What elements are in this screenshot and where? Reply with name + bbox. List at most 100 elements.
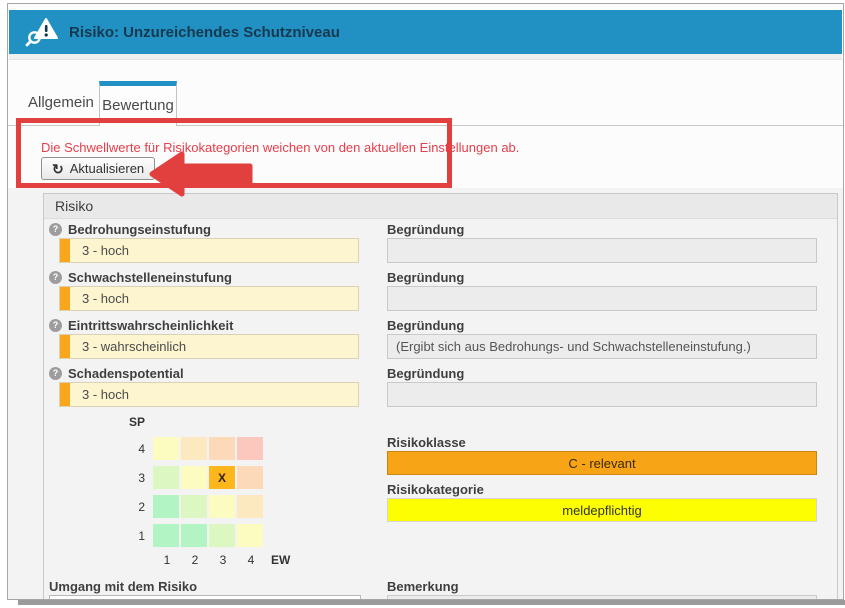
matrix-col-label: 3 xyxy=(209,553,237,567)
help-icon[interactable]: ? xyxy=(49,223,62,236)
field-label: Schwachstelleneinstufung xyxy=(68,270,232,285)
begruendung-label: Begründung xyxy=(387,270,464,285)
bewertung-panel: Risiko ? Bedrohungseinstufung 3 - hoch xyxy=(8,188,843,600)
matrix-row-label: 4 xyxy=(129,442,145,456)
bedrohungseinstufung-select[interactable]: 3 - hoch xyxy=(59,238,359,263)
risikoklasse-value-bar: C - relevant xyxy=(387,451,817,475)
field-accent-bar xyxy=(60,239,70,262)
bemerkung-label: Bemerkung xyxy=(387,579,459,594)
begruendung-value: (Ergibt sich aus Bedrohungs- und Schwach… xyxy=(396,339,751,354)
matrix-row-sp1: 1 xyxy=(129,524,290,547)
matrix-row-sp4: 4 xyxy=(129,437,290,460)
field-label: Bedrohungseinstufung xyxy=(68,222,211,237)
risikoklasse-label: Risikoklasse xyxy=(387,435,466,450)
matrix-grid: 43X21 xyxy=(129,437,290,547)
field-schadenspotential: ? Schadenspotential 3 - hoch xyxy=(49,365,361,407)
matrix-cell-sp2-ew1 xyxy=(153,495,179,518)
threshold-warning-message: Die Schwellwerte für Risikokategorien we… xyxy=(41,140,519,155)
matrix-col-label: 2 xyxy=(181,553,209,567)
field-schwachstelleneinstufung: ? Schwachstelleneinstufung 3 - hoch xyxy=(49,269,361,311)
field-accent-bar xyxy=(60,383,70,406)
tab-bewertung-label: Bewertung xyxy=(102,97,174,114)
bemerkung-block: Bemerkung xyxy=(387,578,817,600)
umgang-block: Umgang mit dem Risiko xyxy=(49,578,361,600)
titlebar: Risiko: Unzureichendes Schutzniveau xyxy=(9,10,842,54)
matrix-row-label: 3 xyxy=(129,471,145,485)
matrix-row-label: 2 xyxy=(129,500,145,514)
risikokategorie-value-bar: meldepflichtig xyxy=(387,498,817,522)
schadenspotential-select[interactable]: 3 - hoch xyxy=(59,382,359,407)
begruendung-row-4: Begründung xyxy=(387,365,817,407)
matrix-selected-cell: X xyxy=(209,466,235,489)
tab-allgemein-label: Allgemein xyxy=(28,94,94,111)
field-value: 3 - hoch xyxy=(70,387,129,402)
risikokategorie-value: meldepflichtig xyxy=(562,503,642,518)
risk-matrix: SP 43X21 1234 EW xyxy=(129,415,290,567)
matrix-cell-sp4-ew3 xyxy=(209,437,235,460)
begruendung-label: Begründung xyxy=(387,366,464,381)
field-value: 3 - hoch xyxy=(70,243,129,258)
matrix-cell-sp4-ew1 xyxy=(153,437,179,460)
begruendung-label: Begründung xyxy=(387,318,464,333)
aktualisieren-button[interactable]: ↻ Aktualisieren xyxy=(41,157,155,180)
refresh-icon: ↻ xyxy=(52,162,64,176)
begruendung-input-3[interactable]: (Ergibt sich aus Bedrohungs- und Schwach… xyxy=(387,334,817,359)
matrix-cell-sp4-ew4 xyxy=(237,437,263,460)
help-icon[interactable]: ? xyxy=(49,367,62,380)
window-shadow xyxy=(18,600,845,605)
risiko-group: Risiko ? Bedrohungseinstufung 3 - hoch xyxy=(43,193,838,600)
page: Risiko: Unzureichendes Schutzniveau Allg… xyxy=(0,0,845,608)
begruendung-label: Begründung xyxy=(387,222,464,237)
risiko-group-title: Risiko xyxy=(44,194,837,219)
field-eintrittswahrscheinlichkeit: ? Eintrittswahrscheinlichkeit 3 - wahrsc… xyxy=(49,317,361,359)
matrix-cell-sp1-ew4 xyxy=(237,524,263,547)
reason-column: Begründung Begründung Begründung xyxy=(387,221,817,522)
field-value: 3 - wahrscheinlich xyxy=(70,339,186,354)
matrix-cell-sp1-ew1 xyxy=(153,524,179,547)
begruendung-row-1: Begründung xyxy=(387,221,817,263)
risikokategorie-label: Risikokategorie xyxy=(387,482,484,497)
aktualisieren-button-label: Aktualisieren xyxy=(70,161,144,176)
umgang-label: Umgang mit dem Risiko xyxy=(49,579,197,594)
app-window: Risiko: Unzureichendes Schutzniveau Allg… xyxy=(7,3,844,600)
matrix-cell-sp2-ew2 xyxy=(181,495,207,518)
matrix-x-axis-label: EW xyxy=(271,553,290,567)
help-icon[interactable]: ? xyxy=(49,319,62,332)
matrix-row-sp3: 3X xyxy=(129,466,290,489)
matrix-cell-sp2-ew4 xyxy=(237,495,263,518)
field-label: Schadenspotential xyxy=(68,366,184,381)
header-strip xyxy=(9,54,842,60)
risk-warning-icon xyxy=(25,16,61,48)
begruendung-input-2[interactable] xyxy=(387,286,817,311)
matrix-row-sp2: 2 xyxy=(129,495,290,518)
begruendung-row-2: Begründung xyxy=(387,269,817,311)
matrix-y-axis-label: SP xyxy=(129,415,290,429)
rating-column: ? Bedrohungseinstufung 3 - hoch ? Schwac… xyxy=(49,221,361,413)
field-bedrohungseinstufung: ? Bedrohungseinstufung 3 - hoch xyxy=(49,221,361,263)
window-title: Risiko: Unzureichendes Schutzniveau xyxy=(69,24,340,41)
matrix-row-label: 1 xyxy=(129,529,145,543)
matrix-col-label: 1 xyxy=(153,553,181,567)
classification-block: Risikoklasse C - relevant Risikokategori… xyxy=(387,434,817,522)
begruendung-input-4[interactable] xyxy=(387,382,817,407)
field-value: 3 - hoch xyxy=(70,291,129,306)
matrix-cell-sp2-ew3 xyxy=(209,495,235,518)
field-label: Eintrittswahrscheinlichkeit xyxy=(68,318,233,333)
matrix-cell-sp1-ew2 xyxy=(181,524,207,547)
eintrittswahrscheinlichkeit-select[interactable]: 3 - wahrscheinlich xyxy=(59,334,359,359)
help-icon[interactable]: ? xyxy=(49,271,62,284)
begruendung-input-1[interactable] xyxy=(387,238,817,263)
matrix-cell-sp3-ew1 xyxy=(153,466,179,489)
matrix-cell-sp3-ew4 xyxy=(237,466,263,489)
schwachstelleneinstufung-select[interactable]: 3 - hoch xyxy=(59,286,359,311)
matrix-cell-sp4-ew2 xyxy=(181,437,207,460)
matrix-cell-sp3-ew2 xyxy=(181,466,207,489)
begruendung-row-3: Begründung (Ergibt sich aus Bedrohungs- … xyxy=(387,317,817,359)
matrix-col-label: 4 xyxy=(237,553,265,567)
field-accent-bar xyxy=(60,335,70,358)
tab-bewertung[interactable]: Bewertung xyxy=(99,81,177,126)
matrix-cell-sp1-ew3 xyxy=(209,524,235,547)
risikoklasse-value: C - relevant xyxy=(568,456,635,471)
tab-allgemein[interactable]: Allgemein xyxy=(28,82,92,124)
matrix-col-labels: 1234 EW xyxy=(153,553,290,567)
